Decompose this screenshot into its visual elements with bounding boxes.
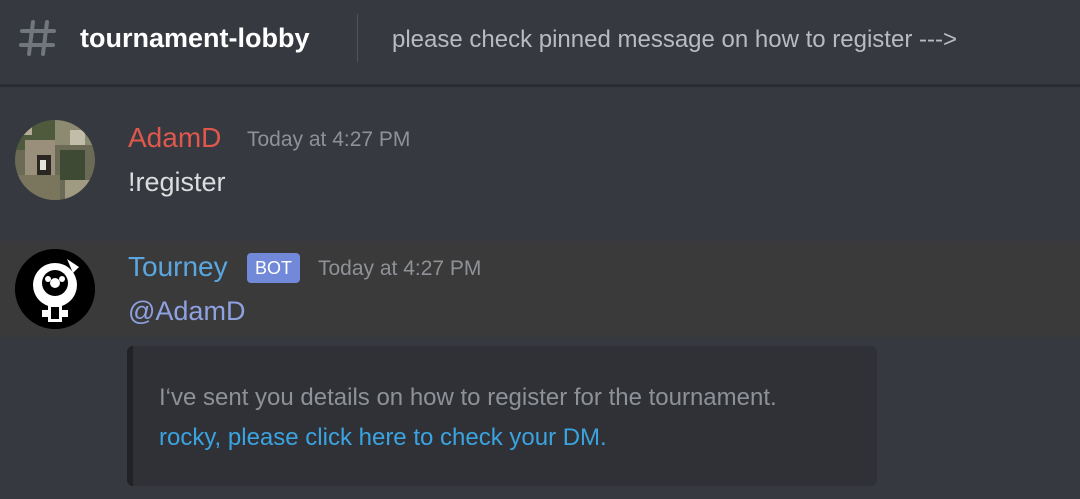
chat-app: tournament-lobby please check pinned mes… <box>0 0 1080 499</box>
channel-name: tournament-lobby <box>80 23 310 53</box>
header-divider <box>357 14 358 62</box>
message-timestamp: Today at 4:27 PM <box>247 128 411 151</box>
message-content: !register <box>128 167 226 197</box>
embed-description: I‘ve sent you details on how to register… <box>159 384 777 411</box>
channel-topic[interactable]: please check pinned message on how to re… <box>392 24 957 56</box>
channel-header: tournament-lobby please check pinned mes… <box>0 0 1080 86</box>
embed-dm-link[interactable]: rocky, please click here to check your D… <box>159 418 607 458</box>
message-username[interactable]: AdamD <box>128 121 221 155</box>
message-item: AdamD Today at 4:27 PM !register <box>0 108 1080 220</box>
message-embed-container: I‘ve sent you details on how to register… <box>0 337 1080 499</box>
bot-avatar-image <box>15 249 95 329</box>
user-avatar[interactable] <box>15 120 95 200</box>
message-content: @AdamD <box>128 294 245 328</box>
user-mention[interactable]: @AdamD <box>128 296 245 326</box>
hash-icon <box>19 20 56 56</box>
user-avatar-image <box>15 120 95 200</box>
message-timestamp: Today at 4:27 PM <box>318 257 482 280</box>
bot-avatar[interactable] <box>15 249 95 329</box>
message-embed: I‘ve sent you details on how to register… <box>127 346 877 486</box>
embed-accent-bar <box>127 346 133 486</box>
bot-badge: BOT <box>247 253 301 283</box>
message-item: Tourney BOT Today at 4:27 PM @AdamD <box>0 241 1080 337</box>
message-username[interactable]: Tourney <box>128 250 228 284</box>
